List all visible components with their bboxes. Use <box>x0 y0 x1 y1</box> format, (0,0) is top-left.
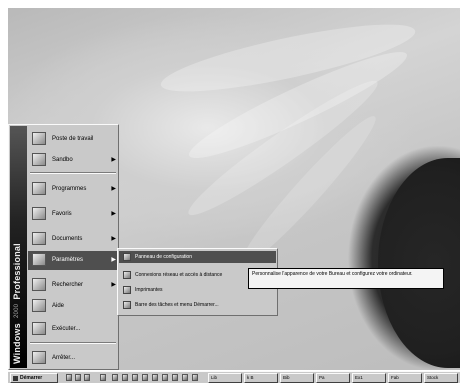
submenu-item-label: Connexions réseau et accès à distance <box>135 272 223 278</box>
menu-item-label: Programmes <box>52 186 87 192</box>
submenu-item-barre-des-taches[interactable]: Barre des tâches et menu Démarrer... <box>119 299 276 311</box>
menu-item-parametres[interactable]: Paramètres ▶ <box>28 251 118 270</box>
control-panel-icon <box>123 253 131 261</box>
chevron-right-icon: ▶ <box>111 211 116 217</box>
banner-version: 2000 <box>14 304 20 319</box>
chevron-right-icon: ▶ <box>111 257 116 263</box>
programs-icon <box>32 182 46 195</box>
taskbar-button-label: Ex1 <box>355 375 363 380</box>
taskbar-button-label: Bib <box>283 375 290 380</box>
menu-item-label: Documents <box>52 236 83 242</box>
menu-separator <box>30 342 116 344</box>
chevron-right-icon: ▶ <box>111 186 116 192</box>
chevron-right-icon: ▶ <box>111 282 116 288</box>
taskbar-button[interactable]: Bib <box>280 373 314 383</box>
chevron-right-icon: ▶ <box>111 157 116 163</box>
menu-item-favoris[interactable]: Favoris ▶ <box>28 205 118 224</box>
help-icon <box>32 299 46 312</box>
menu-item-label: Paramètres <box>52 257 84 263</box>
wallpaper-flower-center <box>378 158 460 368</box>
menu-item-sandbo[interactable]: Sandbo ▶ <box>28 151 118 170</box>
start-menu: Windows 2000 Professional Poste de trava… <box>8 124 119 370</box>
taskbar-button-label: k B <box>247 375 254 380</box>
taskbar-button-label: Lib <box>211 375 218 380</box>
sandbox-icon <box>32 153 46 166</box>
menu-item-executer[interactable]: Exécuter... <box>28 320 118 339</box>
taskbar-button[interactable]: Fab <box>388 373 422 383</box>
menu-item-label: Favoris <box>52 211 72 217</box>
quick-launch-ie-icon[interactable] <box>66 374 72 381</box>
taskbar-button-label: Fab <box>391 375 399 380</box>
menu-item-arreter[interactable]: Arrêter... <box>28 349 118 368</box>
quick-launch-desktop-icon[interactable] <box>84 374 90 381</box>
quick-launch-app-icon[interactable] <box>172 374 178 381</box>
quick-launch-app-icon[interactable] <box>142 374 148 381</box>
start-button[interactable]: Démarrer <box>10 373 58 383</box>
search-icon <box>32 278 46 291</box>
taskbar-button[interactable]: k B <box>244 373 278 383</box>
taskbar-button[interactable]: Lib <box>208 373 242 383</box>
shutdown-icon <box>32 351 46 364</box>
taskbar-icon <box>123 301 131 309</box>
menu-item-label: Aide <box>52 303 65 309</box>
start-menu-banner: Windows 2000 Professional <box>10 126 27 368</box>
quick-launch-app-icon[interactable] <box>132 374 138 381</box>
taskbar: Démarrer Lib k B Bib Pa Ex1 Fab Stock <box>8 371 460 383</box>
favorites-icon <box>32 207 46 220</box>
menu-item-label: Exécuter... <box>52 326 81 332</box>
quick-launch-outlook-icon[interactable] <box>75 374 81 381</box>
taskbar-button-label: Pa <box>319 375 325 380</box>
tooltip: Personnalise l'apparence de votre Bureau… <box>248 268 444 289</box>
menu-item-label: Rechercher <box>52 282 84 288</box>
run-icon <box>32 322 46 335</box>
taskbar-button[interactable]: Ex1 <box>352 373 386 383</box>
printer-icon <box>123 286 131 294</box>
quick-launch-app-icon[interactable] <box>112 374 118 381</box>
submenu-item-label: Barre des tâches et menu Démarrer... <box>135 302 219 308</box>
quick-launch-app-icon[interactable] <box>162 374 168 381</box>
menu-separator <box>30 172 116 174</box>
menu-item-aide[interactable]: Aide <box>28 297 118 316</box>
computer-icon <box>32 132 46 145</box>
menu-item-documents[interactable]: Documents ▶ <box>28 230 118 249</box>
taskbar-button-label: Stock <box>427 375 439 380</box>
menu-item-label: Sandbo <box>52 157 73 163</box>
banner-edition: Professional <box>12 243 22 300</box>
submenu-item-label: Imprimantes <box>135 287 163 293</box>
quick-launch-app-icon[interactable] <box>192 374 198 381</box>
windows-flag-icon <box>13 376 18 381</box>
quick-launch-app-icon[interactable] <box>182 374 188 381</box>
banner-windows: Windows <box>12 323 22 364</box>
menu-item-label: Arrêter... <box>52 355 76 361</box>
chevron-right-icon: ▶ <box>111 236 116 242</box>
menu-item-label: Poste de travail <box>52 136 94 142</box>
quick-launch-app-icon[interactable] <box>152 374 158 381</box>
quick-launch-app-icon[interactable] <box>122 374 128 381</box>
submenu-item-panneau-de-configuration[interactable]: Panneau de configuration <box>119 251 276 263</box>
documents-icon <box>32 232 46 245</box>
taskbar-button[interactable]: Pa <box>316 373 350 383</box>
menu-item-poste-de-travail[interactable]: Poste de travail <box>28 130 118 149</box>
quick-launch-app-icon[interactable] <box>100 374 106 381</box>
submenu-item-label: Panneau de configuration <box>135 254 192 260</box>
start-button-label: Démarrer <box>20 375 43 381</box>
network-icon <box>123 271 131 279</box>
settings-icon <box>32 253 46 266</box>
menu-item-programmes[interactable]: Programmes ▶ <box>28 180 118 199</box>
taskbar-button[interactable]: Stock <box>424 373 458 383</box>
menu-item-rechercher[interactable]: Rechercher ▶ <box>28 276 118 295</box>
start-menu-banner-text: Windows 2000 Professional <box>12 128 25 364</box>
